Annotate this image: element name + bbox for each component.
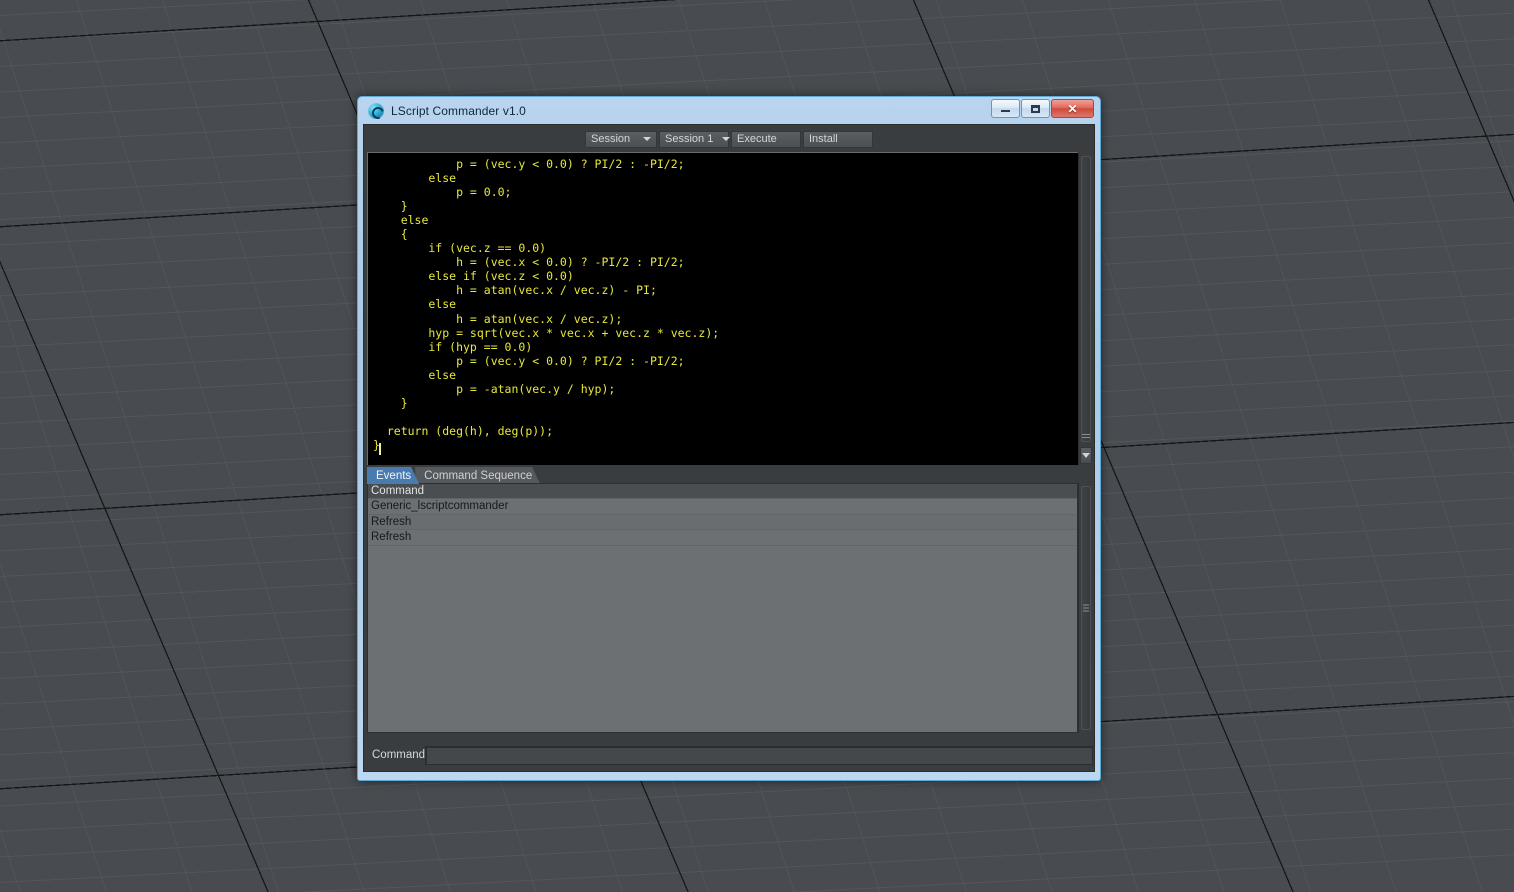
table-row[interactable]: Generic_lscriptcommander (368, 499, 1077, 515)
column-header-command[interactable]: Command (368, 484, 1077, 499)
window-title: LScript Commander v1.0 (391, 103, 526, 118)
tab-command-sequence-label: Command Sequence (424, 469, 533, 482)
table-cell-command: Generic_lscriptcommander (371, 500, 509, 513)
column-header-command-label: Command (371, 485, 425, 497)
command-input-label: Command (372, 749, 426, 761)
table-cell-command: Refresh (371, 515, 412, 528)
chevron-down-icon (1082, 453, 1090, 458)
execute-button-label: Execute (737, 133, 777, 145)
lscript-commander-window[interactable]: LScript Commander v1.0 ✕ Session Session… (357, 96, 1101, 781)
grip-line (1083, 604, 1089, 606)
session-dropdown[interactable]: Session (585, 130, 657, 148)
window-titlebar[interactable]: LScript Commander v1.0 ✕ (363, 97, 1095, 124)
toolbar: Session Session 1 Execute Install (364, 125, 1094, 149)
table-row[interactable]: Refresh (368, 530, 1077, 546)
install-button[interactable]: Install (803, 130, 873, 148)
text-caret (379, 443, 381, 455)
table-row[interactable]: Refresh (368, 514, 1077, 530)
event-list[interactable]: Command Generic_lscriptcommander Refresh… (367, 483, 1078, 733)
editor-scroll-down-button[interactable] (1080, 447, 1092, 464)
session-instance-dropdown[interactable]: Session 1 (659, 130, 731, 148)
minimize-button[interactable] (991, 99, 1020, 118)
event-list-scrollbar[interactable] (1078, 483, 1093, 733)
window-controls[interactable]: ✕ (991, 99, 1094, 118)
install-button-label: Install (809, 133, 838, 145)
grip-line (1083, 610, 1089, 612)
tab-command-sequence[interactable]: Command Sequence (415, 467, 540, 484)
event-list-region: Command Generic_lscriptcommander Refresh… (367, 483, 1093, 733)
session-dropdown-label: Session (591, 133, 631, 145)
command-bar: Command (367, 744, 1093, 766)
close-icon: ✕ (1067, 101, 1078, 116)
lightwave-logo-icon (368, 102, 384, 119)
code-editor[interactable]: p = (vec.y < 0.0) ? PI/2 : -PI/2; else p… (367, 152, 1078, 465)
tab-events[interactable]: Events (367, 467, 419, 484)
panel-tabs[interactable]: Events Command Sequence (367, 466, 1077, 484)
editor-scrollbar[interactable] (1078, 152, 1093, 465)
event-list-scrollbar-grip[interactable] (1082, 603, 1090, 614)
editor-scrollbar-thumb[interactable] (1081, 156, 1091, 442)
code-editor-text: p = (vec.y < 0.0) ? PI/2 : -PI/2; else p… (373, 157, 720, 452)
maximize-icon (1031, 104, 1040, 113)
chevron-down-icon (643, 137, 651, 141)
session-instance-label: Session 1 (665, 133, 714, 145)
table-cell-command: Refresh (371, 531, 412, 544)
close-button[interactable]: ✕ (1051, 99, 1094, 118)
code-editor-region: p = (vec.y < 0.0) ? PI/2 : -PI/2; else p… (367, 152, 1093, 465)
window-client-area: Session Session 1 Execute Install p = (v… (363, 124, 1095, 772)
chevron-down-icon (722, 137, 731, 141)
execute-button[interactable]: Execute (731, 130, 801, 148)
command-input[interactable] (425, 745, 1093, 765)
grip-line (1082, 434, 1090, 435)
tab-events-label: Events (376, 469, 412, 482)
editor-scrollbar-grip[interactable] (1081, 432, 1091, 441)
grip-line (1082, 437, 1090, 438)
maximize-button[interactable] (1021, 99, 1050, 118)
minimize-icon (1001, 110, 1010, 112)
grip-line (1083, 607, 1089, 609)
